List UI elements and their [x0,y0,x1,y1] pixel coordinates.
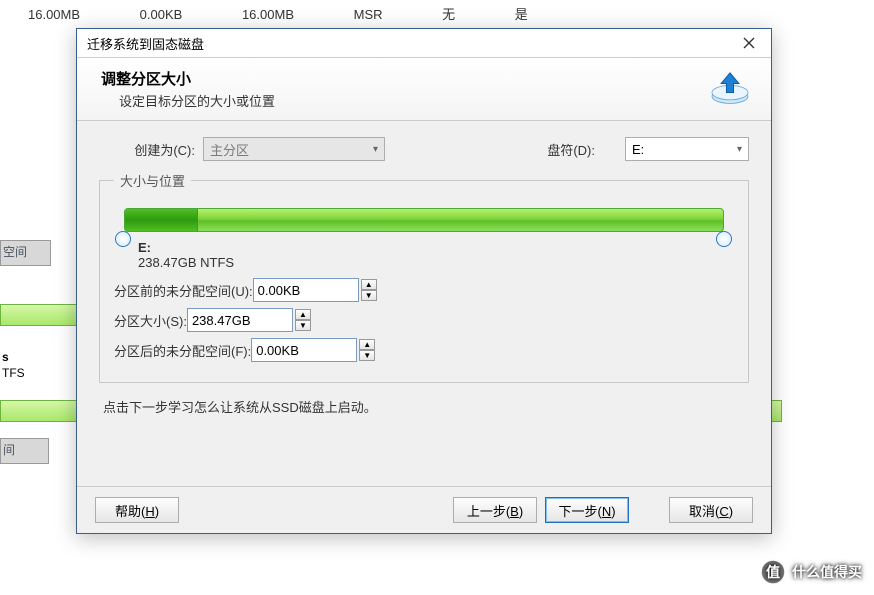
partition-size-input[interactable] [187,308,293,332]
hint-text: 点击下一步学习怎么让系统从SSD磁盘上启动。 [103,397,749,416]
chevron-down-icon: ▾ [737,144,742,155]
window-title: 迁移系统到固态磁盘 [87,34,731,53]
close-icon [743,37,755,49]
unalloc-after-input[interactable] [251,338,357,362]
group-legend: 大小与位置 [114,171,191,190]
spin-down[interactable]: ▼ [295,320,311,331]
unalloc-before-input[interactable] [253,278,359,302]
partition-bar-used [125,209,198,231]
unalloc-after-label: 分区后的未分配空间(F): [114,341,251,360]
spin-up[interactable]: ▲ [361,279,377,290]
drive-letter-select[interactable]: E: ▾ [625,137,749,161]
watermark-icon: 值 [760,559,786,585]
drive-letter-label: 盘符(D): [547,140,595,159]
bg-label: s [2,350,9,364]
migrate-icon [707,71,753,107]
spinner[interactable]: ▲▼ [359,339,375,361]
spin-up[interactable]: ▲ [295,309,311,320]
back-button[interactable]: 上一步(B) [453,497,537,523]
close-button[interactable] [731,31,767,55]
unalloc-before-label: 分区前的未分配空间(U): [114,281,253,300]
dialog-header: 调整分区大小 设定目标分区的大小或位置 [77,58,771,121]
bg-label: TFS [2,366,25,380]
spin-down[interactable]: ▼ [361,290,377,301]
cancel-button[interactable]: 取消(C) [669,497,753,523]
dialog-subheading: 设定目标分区的大小或位置 [119,91,707,110]
svg-text:值: 值 [766,564,780,580]
chevron-down-icon: ▾ [373,144,378,155]
spinner[interactable]: ▲▼ [295,309,311,331]
help-button[interactable]: 帮助(H) [95,497,179,523]
resize-handle-left[interactable] [115,231,131,247]
spinner[interactable]: ▲▼ [361,279,377,301]
bg-strip: 间 [0,438,49,464]
resize-handle-right[interactable] [716,231,732,247]
next-button[interactable]: 下一步(N) [545,497,629,523]
partition-bar[interactable] [124,208,724,232]
background-table-row: 16.00MB 0.00KB 16.00MB MSR 无 是 [0,4,556,23]
spin-down[interactable]: ▼ [359,350,375,361]
watermark: 值 什么值得买 [760,559,862,585]
dialog-footer: 帮助(H) 上一步(B) 下一步(N) 取消(C) [77,486,771,533]
partition-info: E: 238.47GB NTFS [138,240,722,270]
dialog-heading: 调整分区大小 [101,68,707,89]
create-as-select: 主分区 ▾ [203,137,385,161]
create-as-label: 创建为(C): [99,140,203,159]
spin-up[interactable]: ▲ [359,339,375,350]
partition-bar-wrap: E: 238.47GB NTFS [124,208,724,270]
partition-size-label: 分区大小(S): [114,311,187,330]
bg-strip [0,304,82,326]
titlebar: 迁移系统到固态磁盘 [77,29,771,58]
migrate-dialog: 迁移系统到固态磁盘 调整分区大小 设定目标分区的大小或位置 创建为(C): 主分… [76,28,772,534]
dialog-body: 创建为(C): 主分区 ▾ 盘符(D): E: ▾ 大小与位置 E: [77,121,771,486]
bg-strip: 空间 [0,240,51,266]
size-position-group: 大小与位置 E: 238.47GB NTFS 分区前的未分配空间(U): ▲▼ … [99,171,749,383]
